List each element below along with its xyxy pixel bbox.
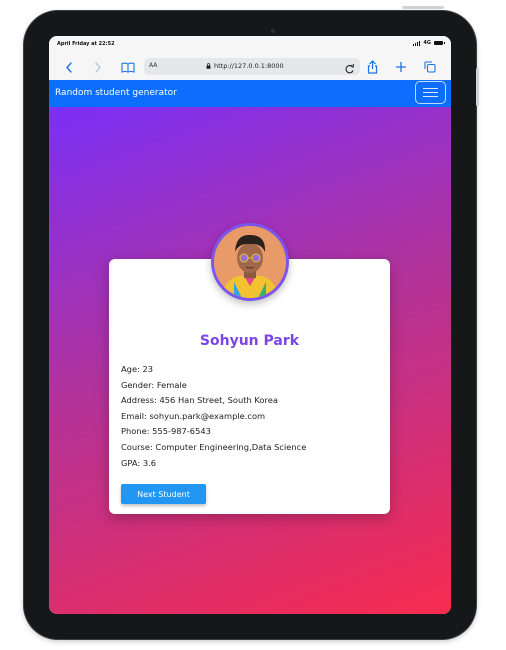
tabs-icon[interactable]	[423, 58, 437, 76]
avatar-illustration	[214, 226, 286, 298]
student-info: Age: 23 Gender: Female Address: 456 Han …	[121, 362, 306, 471]
camera-dot	[271, 29, 275, 33]
student-email: Email: sohyun.park@example.com	[121, 410, 266, 421]
reload-icon[interactable]	[344, 60, 355, 79]
student-name: Sohyun Park	[199, 333, 300, 349]
network-type: 4G	[423, 40, 431, 46]
address-bar[interactable]: AA http://127.0.0.1:8000	[144, 58, 360, 75]
navbar-brand[interactable]: Random student generator	[55, 88, 177, 98]
next-student-button[interactable]: Next Student	[121, 484, 206, 504]
top-button	[402, 6, 444, 9]
navbar-toggler-button[interactable]	[415, 81, 446, 104]
battery-icon	[434, 41, 445, 45]
student-avatar	[211, 223, 289, 301]
student-course: Course: Computer Engineering,Data Scienc…	[121, 441, 307, 452]
signal-icon	[413, 40, 421, 46]
app-navbar: Random student generator	[49, 80, 451, 107]
browser-toolbar: AA http://127.0.0.1:8000	[49, 54, 451, 80]
hamburger-menu-icon	[423, 88, 438, 89]
student-age: Age: 23	[121, 364, 154, 374]
share-icon[interactable]	[365, 58, 379, 76]
lock-icon	[206, 63, 211, 69]
url-field[interactable]: http://127.0.0.1:8000	[206, 62, 284, 70]
status-bar: April Friday at 22:52 4G	[49, 36, 451, 54]
text-size-button[interactable]: AA	[149, 62, 157, 69]
student-gpa: GPA: 3.6	[121, 457, 157, 468]
new-tab-icon[interactable]	[394, 58, 408, 76]
forward-icon[interactable]	[91, 58, 105, 76]
status-time: April Friday at 22:52	[57, 41, 115, 47]
student-address: Address: 456 Han Street, South Korea	[121, 395, 278, 406]
back-icon[interactable]	[62, 58, 76, 76]
volume-button	[476, 68, 479, 106]
status-indicators: 4G	[413, 40, 445, 46]
bookmarks-icon[interactable]	[120, 58, 136, 76]
url-text: http://127.0.0.1:8000	[214, 62, 284, 70]
student-gender: Gender: Female	[121, 379, 187, 390]
student-phone: Phone: 555-987-6543	[121, 426, 211, 437]
device-screen: April Friday at 22:52 4G AA http://127.0…	[49, 36, 451, 614]
gradient-background: Sohyun Park Age: 23 Gender: Female Addre…	[49, 107, 451, 614]
